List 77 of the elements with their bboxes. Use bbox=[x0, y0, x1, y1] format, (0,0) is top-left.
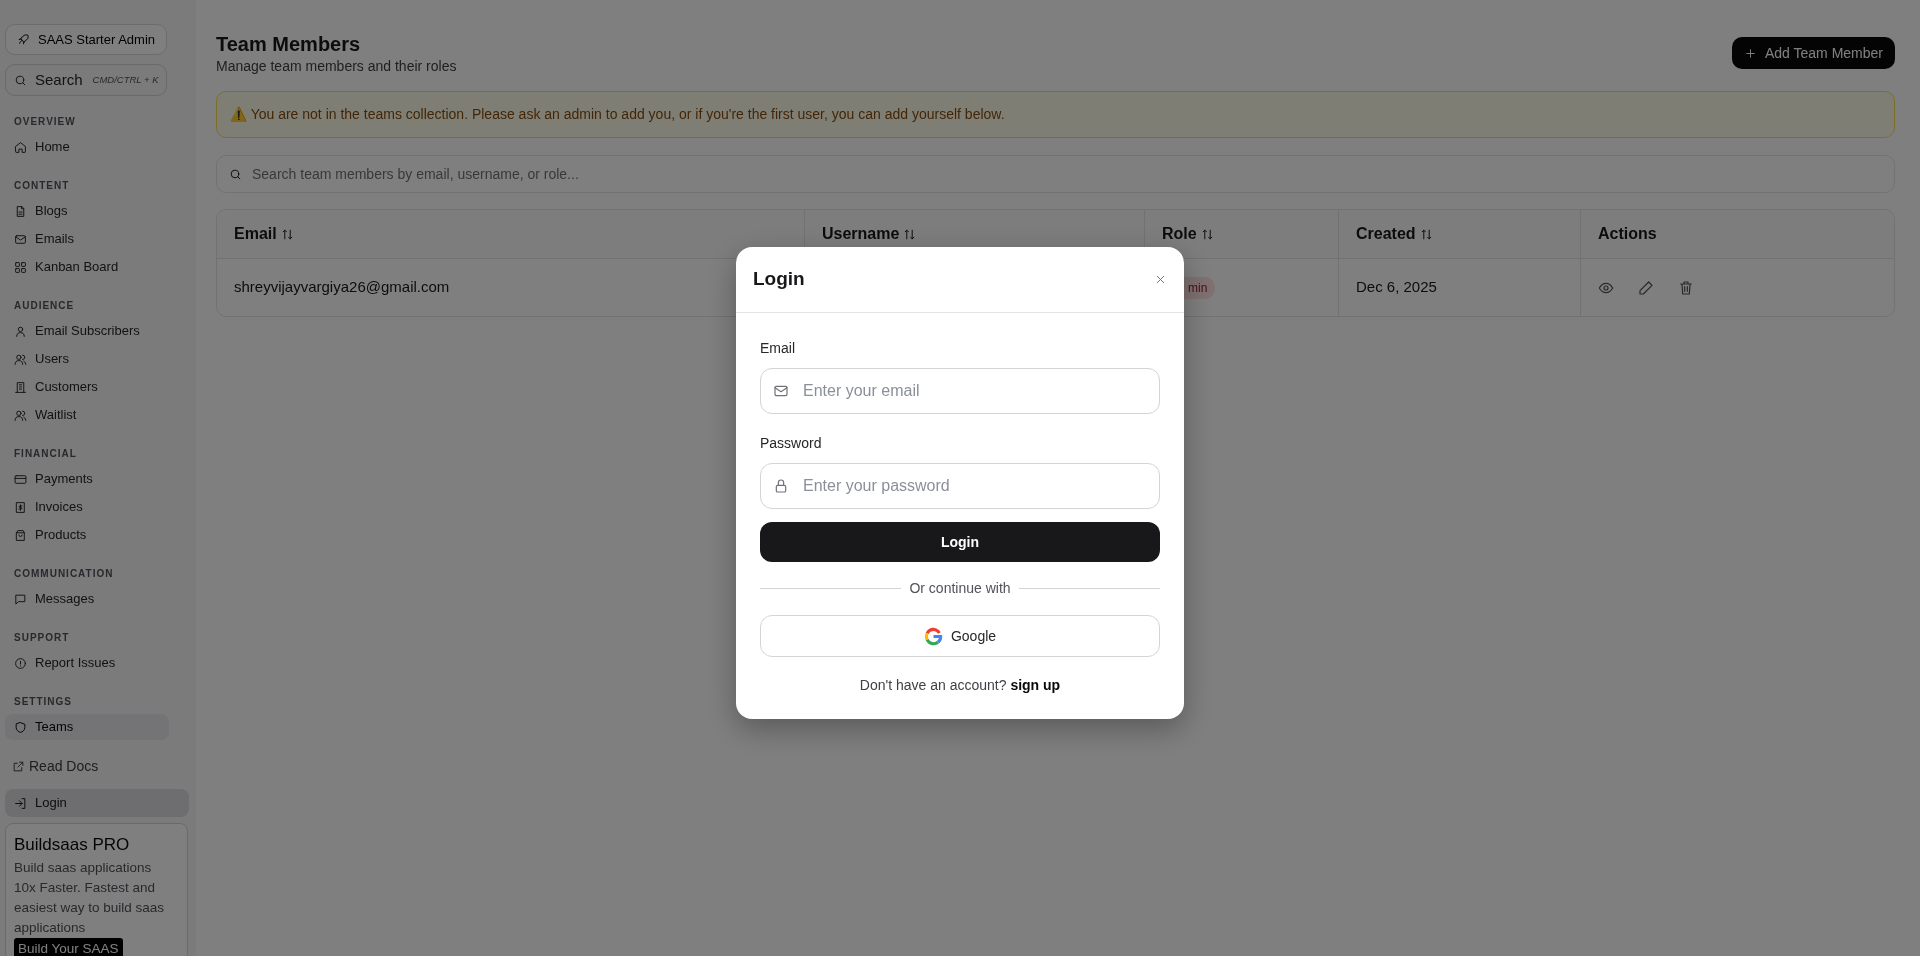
google-icon bbox=[923, 626, 943, 646]
section-heading: OVERVIEW bbox=[14, 115, 77, 129]
column-header[interactable]: Created bbox=[1339, 210, 1581, 259]
sidebar-item[interactable]: Kanban Board bbox=[5, 254, 169, 280]
field-label: Email bbox=[760, 339, 796, 358]
building-icon bbox=[14, 380, 27, 394]
promo-title: Buildsaas PRO bbox=[14, 834, 131, 856]
search-icon bbox=[14, 73, 27, 87]
people-icon bbox=[14, 352, 27, 366]
grid-icon bbox=[14, 260, 27, 274]
section-heading: COMMUNICATION bbox=[14, 567, 115, 581]
page-subtitle: Manage team members and their roles bbox=[216, 57, 457, 76]
card-icon bbox=[14, 472, 27, 486]
signup-link[interactable]: sign up bbox=[1010, 677, 1061, 693]
people-icon bbox=[14, 408, 27, 422]
external-link-icon bbox=[12, 760, 25, 773]
warning-alert: ⚠ You are not in the teams collection. Please ask an admin to add you, or if you're the first user, you can add yourself below. bbox=[216, 91, 1895, 138]
google-button[interactable]: Google bbox=[760, 615, 1160, 657]
email-input[interactable]: Enter your email bbox=[801, 369, 1147, 413]
email-field[interactable]: Enter your email bbox=[760, 368, 1160, 414]
table-cell: Dec 6, 2025 bbox=[1339, 259, 1581, 316]
add-member-button[interactable]: Add Team Member bbox=[1732, 37, 1895, 69]
sidebar-item[interactable]: Home bbox=[5, 134, 169, 160]
signup-prompt: Don't have an account? bbox=[859, 677, 1007, 693]
receipt-icon bbox=[14, 500, 27, 514]
search-icon bbox=[229, 167, 242, 181]
envelope-icon bbox=[14, 232, 27, 246]
sidebar-item[interactable]: Invoices bbox=[5, 494, 169, 520]
sidebar-item[interactable]: Payments bbox=[5, 466, 169, 492]
sidebar-item[interactable]: Products bbox=[5, 522, 169, 548]
trash-icon[interactable] bbox=[1678, 279, 1694, 296]
promo-text: Build saas applications 10x Faster. Fastest and easiest way to build saas applications bbox=[14, 858, 166, 937]
rocket-icon bbox=[16, 33, 30, 46]
password-input[interactable]: Enter your password bbox=[801, 464, 1147, 508]
search-button[interactable]: Search CMD/CTRL + K bbox=[5, 64, 167, 96]
divider-text: Or continue with bbox=[909, 579, 1011, 598]
column-header[interactable]: Email bbox=[217, 210, 805, 259]
house-icon bbox=[14, 140, 27, 154]
shield-icon bbox=[14, 720, 27, 734]
password-field[interactable]: Enter your password bbox=[760, 463, 1160, 509]
plus-icon bbox=[1744, 46, 1757, 60]
exclamation-icon bbox=[14, 656, 27, 670]
sidebar-item[interactable]: Report Issues bbox=[5, 650, 169, 676]
section-heading: CONTENT bbox=[14, 179, 71, 193]
login-item[interactable]: Login bbox=[5, 789, 189, 817]
close-button[interactable] bbox=[1154, 273, 1167, 286]
search-field[interactable]: Search team members by email, username, or role... bbox=[216, 155, 1895, 193]
docs-link[interactable]: Read Docs bbox=[12, 756, 188, 777]
shortcut-hint: CMD/CTRL + K bbox=[92, 72, 159, 87]
sidebar-item[interactable]: Email Subscribers bbox=[5, 318, 169, 344]
page-title: Team Members bbox=[216, 32, 362, 56]
close-icon bbox=[1154, 273, 1167, 286]
login-button[interactable]: Login bbox=[760, 522, 1160, 562]
person-icon bbox=[14, 324, 27, 338]
sidebar-item[interactable]: Customers bbox=[5, 374, 169, 400]
dialog-title: Login bbox=[753, 268, 805, 291]
section-heading: SUPPORT bbox=[14, 631, 71, 645]
sidebar-item[interactable]: Teams bbox=[5, 714, 169, 740]
brand-button[interactable]: SAAS Starter Admin bbox=[5, 24, 167, 55]
section-heading: SETTINGS bbox=[14, 695, 73, 709]
section-heading: FINANCIAL bbox=[14, 447, 78, 461]
document-icon bbox=[14, 204, 27, 218]
sidebar-item[interactable]: Emails bbox=[5, 226, 169, 252]
sign-in-icon bbox=[14, 796, 27, 810]
sidebar-item[interactable]: Messages bbox=[5, 586, 169, 612]
pencil-icon[interactable] bbox=[1638, 279, 1654, 296]
chat-icon bbox=[14, 592, 27, 606]
bag-icon bbox=[14, 528, 27, 542]
sidebar-item[interactable]: Waitlist bbox=[5, 402, 169, 428]
lock-icon bbox=[773, 478, 789, 494]
field-label: Password bbox=[760, 434, 823, 453]
sidebar-item[interactable]: Users bbox=[5, 346, 169, 372]
envelope-icon bbox=[773, 383, 789, 399]
sidebar-item[interactable]: Blogs bbox=[5, 198, 169, 224]
promo-button[interactable]: Build Your SAAS bbox=[14, 937, 123, 956]
search-input[interactable]: Search team members by email, username, or role... bbox=[250, 162, 1882, 186]
section-heading: AUDIENCE bbox=[14, 299, 76, 313]
